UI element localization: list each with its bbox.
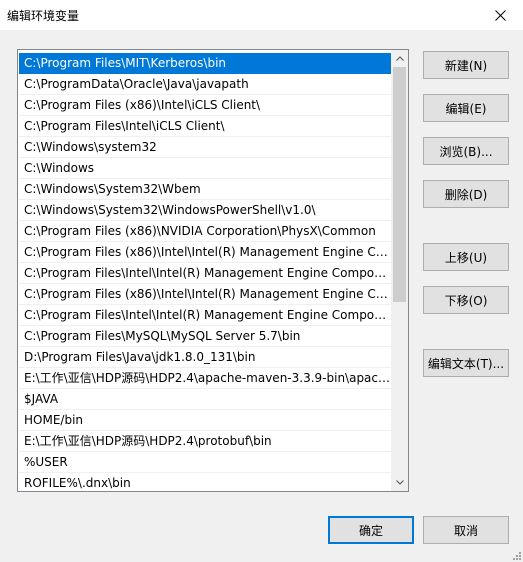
path-list-item[interactable]: C:\Program Files (x86)\Intel\Intel(R) Ma…	[19, 242, 392, 263]
path-list-item[interactable]: C:\Program Files\Intel\Intel(R) Manageme…	[19, 263, 392, 284]
delete-button[interactable]: 删除(D)	[423, 180, 509, 208]
close-icon	[494, 9, 506, 21]
path-list-item[interactable]: HOME/bin	[19, 410, 392, 431]
path-list-item[interactable]: E:\工作\亚信\HDP源码\HDP2.4\protobuf\bin	[19, 431, 392, 452]
ok-button[interactable]: 确定	[328, 516, 414, 544]
path-list-item[interactable]: ROFILE%\.dnx\bin	[19, 473, 392, 491]
path-list-item[interactable]: C:\Program Files\Intel\iCLS Client\	[19, 116, 392, 137]
close-button[interactable]	[477, 0, 523, 30]
path-list: C:\Program Files\MIT\Kerberos\bin C:\Prog…	[19, 53, 392, 491]
path-list-item[interactable]: C:\Windows\System32\Wbem	[19, 179, 392, 200]
path-listbox[interactable]: C:\Program Files\MIT\Kerberos\bin C:\Prog…	[17, 49, 409, 492]
edit-text-button[interactable]: 编辑文本(T)...	[423, 349, 509, 377]
path-list-item[interactable]: C:\Windows	[19, 158, 392, 179]
new-button[interactable]: 新建(N)	[423, 51, 509, 79]
path-list-item[interactable]: D:\Program Files\Java\jdk1.8.0_131\bin	[19, 347, 392, 368]
path-list-item[interactable]: C:\Windows\System32\WindowsPowerShell\v1…	[19, 200, 392, 221]
resize-grip-icon[interactable]	[511, 550, 521, 560]
path-list-item[interactable]: E:\工作\亚信\HDP源码\HDP2.4\apache-maven-3.3.9…	[19, 368, 392, 389]
move-down-button[interactable]: 下移(O)	[423, 286, 509, 314]
path-list-item[interactable]: C:\Program Files\Intel\Intel(R) Manageme…	[19, 305, 392, 326]
path-list-item[interactable]: C:\Program Files (x86)\NVIDIA Corporatio…	[19, 221, 392, 242]
path-list-item[interactable]: C:\Program Files\MIT\Kerberos\bin	[19, 53, 392, 74]
scroll-down-button[interactable]	[391, 474, 408, 491]
path-list-item[interactable]: C:\Program Files\MySQL\MySQL Server 5.7\…	[19, 326, 392, 347]
path-list-item[interactable]: C:\Program Files (x86)\Intel\Intel(R) Ma…	[19, 284, 392, 305]
path-list-item[interactable]: $JAVA	[19, 389, 392, 410]
path-list-item[interactable]: C:\Program Files (x86)\Intel\iCLS Client…	[19, 95, 392, 116]
move-up-button[interactable]: 上移(U)	[423, 243, 509, 271]
path-list-item[interactable]: C:\Windows\system32	[19, 137, 392, 158]
edit-button[interactable]: 编辑(E)	[423, 94, 509, 122]
chevron-down-icon	[395, 480, 404, 485]
browse-button[interactable]: 浏览(B)...	[423, 137, 509, 165]
vertical-scrollbar[interactable]	[391, 50, 408, 491]
cancel-button[interactable]: 取消	[423, 516, 509, 544]
title-bar: 编辑环境变量	[0, 0, 523, 30]
scroll-up-button[interactable]	[391, 50, 408, 67]
chevron-up-icon	[395, 56, 404, 61]
scrollbar-thumb[interactable]	[393, 67, 406, 302]
path-list-item[interactable]: %USER	[19, 452, 392, 473]
path-list-item[interactable]: C:\ProgramData\Oracle\Java\javapath	[19, 74, 392, 95]
window-title: 编辑环境变量	[7, 9, 80, 23]
